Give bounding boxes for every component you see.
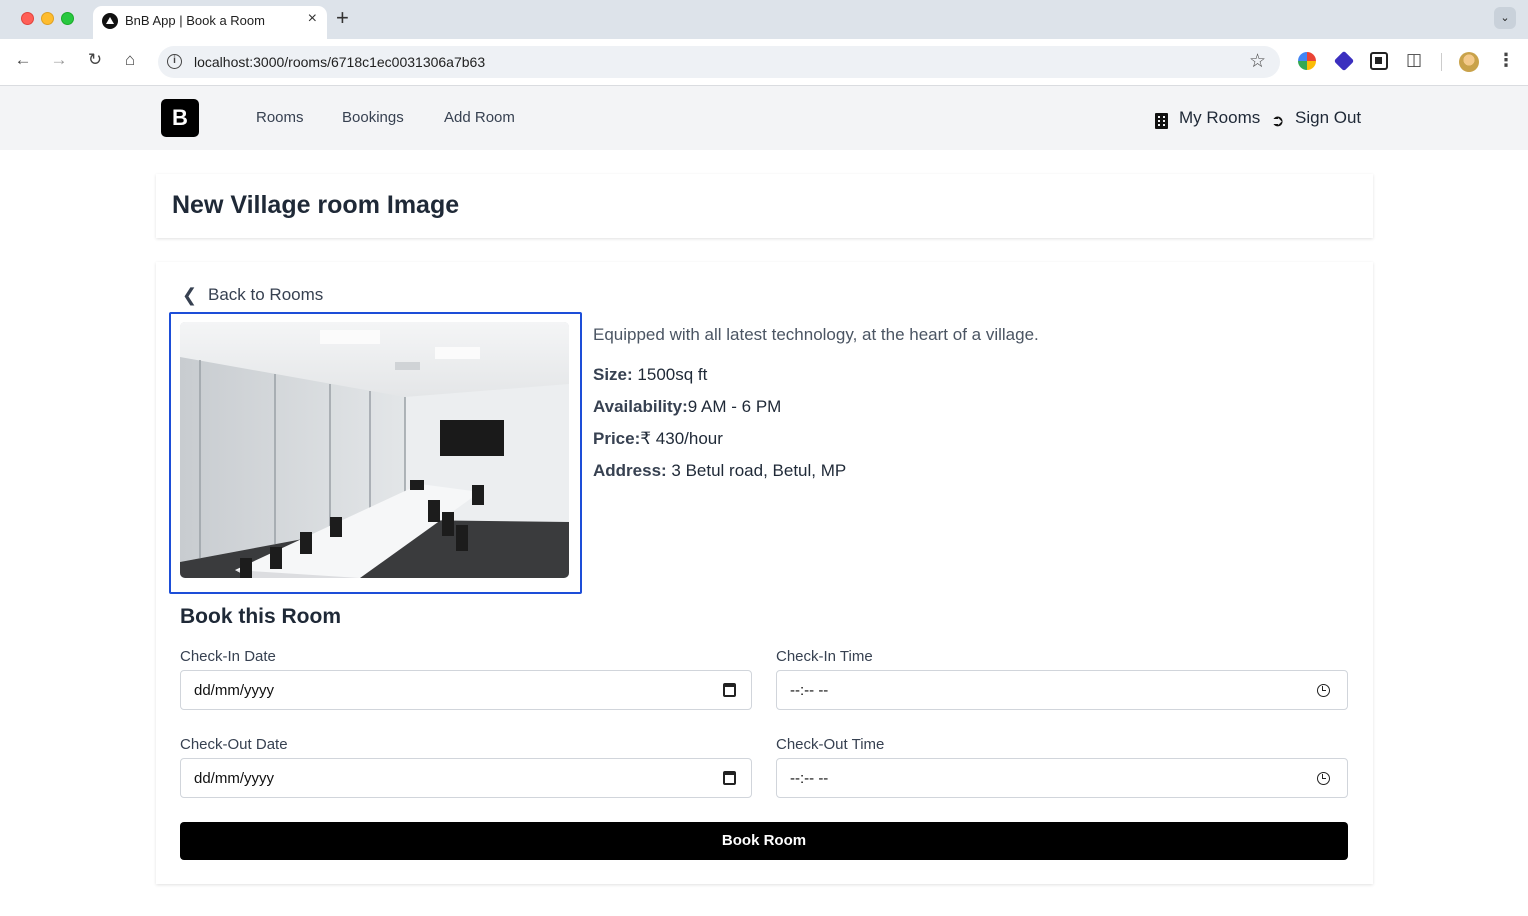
room-description: Equipped with all latest technology, at …: [593, 325, 1039, 344]
check-out-time-input[interactable]: --:-- --: [776, 758, 1348, 798]
check-out-date-input[interactable]: dd/mm/yyyy: [180, 758, 752, 798]
extensions-puzzle-icon[interactable]: ◫: [1406, 50, 1424, 69]
new-tab-button[interactable]: +: [336, 5, 349, 31]
chevron-left-icon[interactable]: ❮: [182, 285, 197, 306]
site-info-icon[interactable]: i: [167, 54, 182, 69]
sign-out-icon[interactable]: ➲: [1271, 111, 1284, 131]
size-value: 1500sq ft: [632, 365, 708, 384]
back-to-rooms-link[interactable]: Back to Rooms: [208, 285, 323, 305]
room-size: Size: 1500sq ft: [593, 365, 707, 385]
room-availability: Availability:9 AM - 6 PM: [593, 397, 781, 417]
square-extension-icon[interactable]: [1370, 52, 1388, 70]
diamond-extension-icon[interactable]: [1333, 50, 1355, 72]
check-in-date-input[interactable]: dd/mm/yyyy: [180, 670, 752, 710]
browser-toolbar: ← → ↻ ⌂ i localhost:3000/rooms/6718c1ec0…: [0, 39, 1528, 86]
building-icon[interactable]: [1155, 113, 1168, 129]
tab-title: BnB App | Book a Room: [125, 13, 265, 28]
tab-search-button[interactable]: ⌄: [1494, 7, 1516, 29]
calendar-icon[interactable]: [723, 683, 736, 697]
availability-label: Availability:: [593, 397, 688, 416]
profile-avatar[interactable]: [1459, 52, 1479, 72]
tab-close-icon[interactable]: ×: [308, 10, 317, 28]
address-value: 3 Betul road, Betul, MP: [666, 461, 847, 480]
toolbar-divider: [1441, 53, 1442, 71]
browser-tab-bar: BnB App | Book a Room × + ⌄: [0, 0, 1528, 39]
browser-menu-icon[interactable]: ⋮: [1497, 50, 1515, 71]
address-label: Address:: [593, 461, 667, 480]
nav-link-add-room[interactable]: Add Room: [444, 109, 515, 126]
size-label: Size:: [593, 365, 633, 384]
booking-section-title: Book this Room: [180, 605, 341, 628]
check-out-time-label: Check-Out Time: [776, 736, 885, 753]
availability-value: 9 AM - 6 PM: [687, 397, 782, 416]
color-extension-icon[interactable]: [1298, 52, 1316, 70]
back-arrow-icon[interactable]: ←: [11, 50, 35, 70]
nav-link-bookings[interactable]: Bookings: [342, 109, 404, 126]
browser-tab[interactable]: BnB App | Book a Room ×: [93, 6, 327, 39]
page-header-card: New Village room Image: [156, 174, 1373, 238]
price-value: ₹ 430/hour: [640, 429, 723, 448]
window-minimize-button[interactable]: [41, 12, 54, 25]
window-close-button[interactable]: [21, 12, 34, 25]
check-in-time-input[interactable]: --:-- --: [776, 670, 1348, 710]
check-in-time-label: Check-In Time: [776, 648, 873, 665]
app-logo[interactable]: B: [161, 99, 199, 137]
check-out-time-value: --:-- --: [790, 770, 829, 787]
book-room-button[interactable]: Book Room: [180, 822, 1348, 860]
bookmark-star-icon[interactable]: ☆: [1249, 50, 1266, 73]
window-maximize-button[interactable]: [61, 12, 74, 25]
check-out-date-label: Check-Out Date: [180, 736, 288, 753]
forward-arrow-icon[interactable]: →: [47, 50, 71, 70]
check-in-date-label: Check-In Date: [180, 648, 276, 665]
room-address: Address: 3 Betul road, Betul, MP: [593, 461, 846, 481]
address-bar[interactable]: i localhost:3000/rooms/6718c1ec0031306a7…: [158, 46, 1280, 78]
app-navbar: B Rooms Bookings Add Room My Rooms Sign …: [0, 86, 1528, 150]
clock-icon[interactable]: [1317, 684, 1330, 697]
check-in-time-value: --:-- --: [790, 682, 829, 699]
nav-link-rooms[interactable]: Rooms: [256, 109, 304, 126]
room-price: Price:₹ 430/hour: [593, 429, 723, 449]
url-text[interactable]: localhost:3000/rooms/6718c1ec0031306a7b6…: [194, 54, 485, 70]
sign-out-link[interactable]: Sign Out: [1295, 108, 1361, 128]
reload-icon[interactable]: ↻: [83, 50, 107, 70]
check-out-date-value: dd/mm/yyyy: [194, 770, 275, 787]
favicon-icon: [102, 13, 118, 29]
page-title: New Village room Image: [172, 191, 460, 219]
my-rooms-link[interactable]: My Rooms: [1179, 108, 1260, 128]
home-icon[interactable]: ⌂: [118, 50, 142, 70]
price-label: Price:: [593, 429, 641, 448]
room-image[interactable]: [180, 322, 569, 578]
check-in-date-value: dd/mm/yyyy: [194, 682, 275, 699]
clock-icon[interactable]: [1317, 772, 1330, 785]
calendar-icon[interactable]: [723, 771, 736, 785]
